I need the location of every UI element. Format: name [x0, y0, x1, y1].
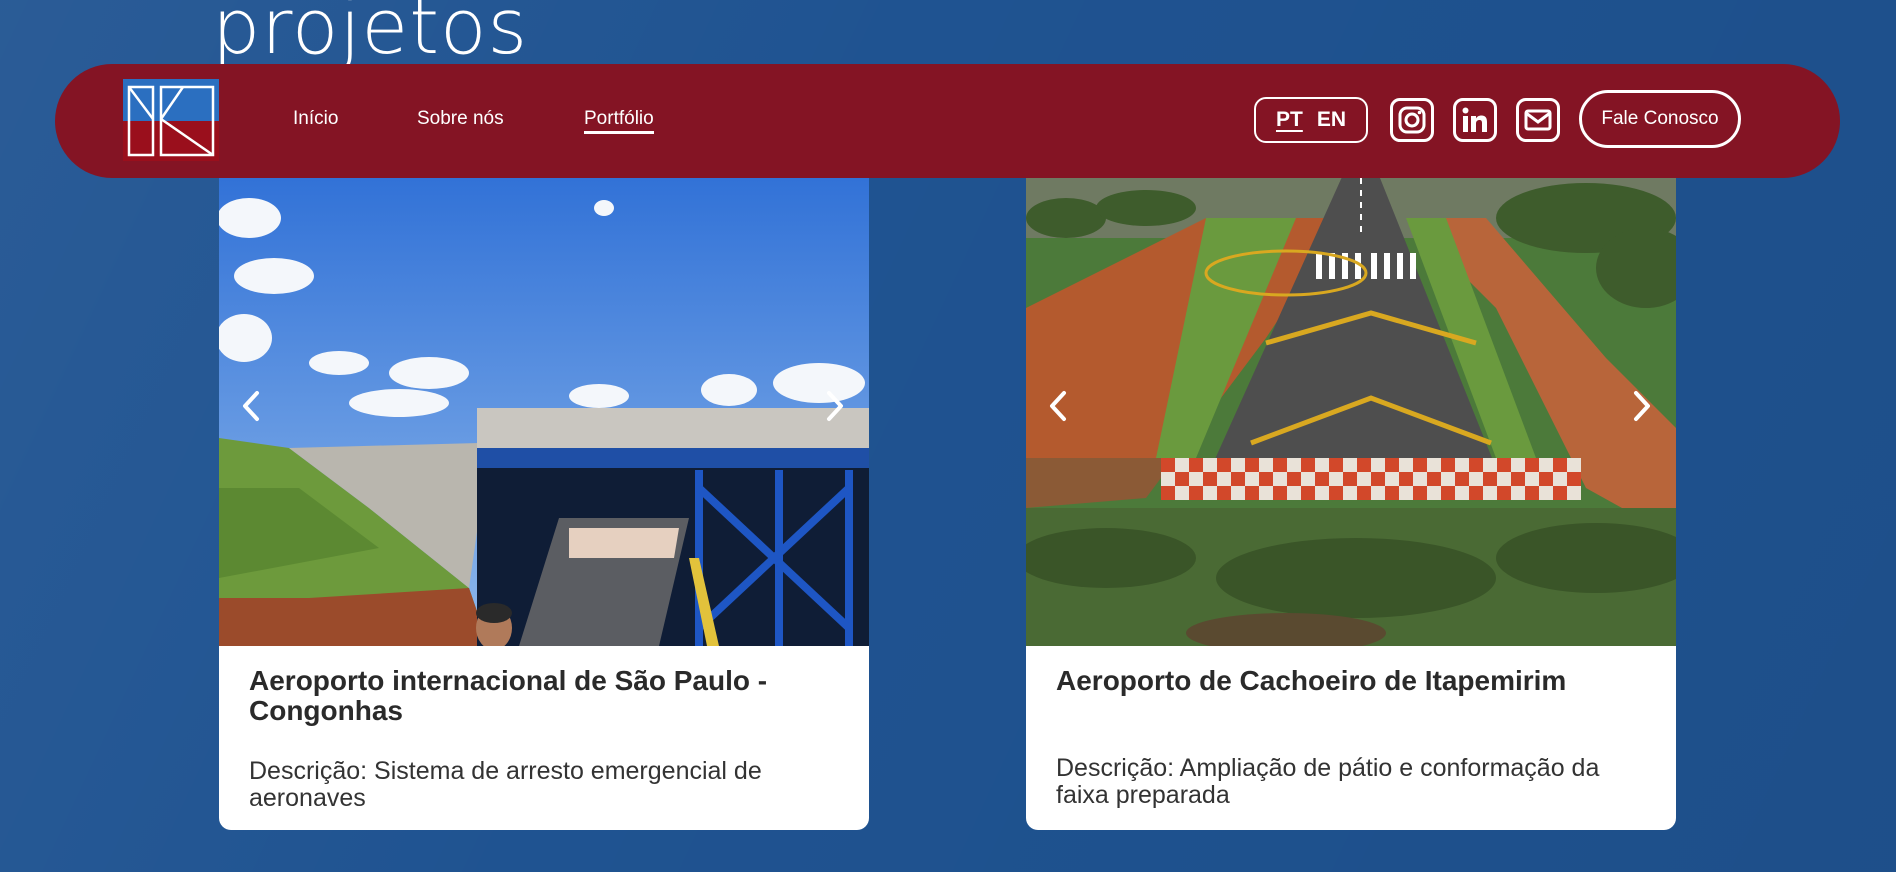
logo-mark: [127, 85, 215, 157]
project-description: Descrição: Sistema de arresto emergencia…: [249, 757, 762, 812]
linkedin-icon: [1462, 107, 1487, 132]
carousel-next-button[interactable]: [1626, 386, 1658, 426]
carousel-prev-button[interactable]: [1042, 386, 1074, 426]
project-description: Descrição: Ampliação de pátio e conforma…: [1056, 754, 1600, 809]
lang-pt-button[interactable]: PT: [1276, 108, 1303, 132]
navbar: Início Sobre nós Portfólio PT EN Fale Co…: [55, 64, 1840, 178]
project-image: [1026, 158, 1676, 646]
project-title: Aeroporto de Cachoeiro de Itapemirim: [1056, 665, 1567, 696]
contact-button[interactable]: Fale Conosco: [1579, 90, 1741, 148]
project-title: Aeroporto internacional de São Paulo - C…: [249, 665, 768, 726]
nav-link-sobre-nos[interactable]: Sobre nós: [417, 108, 504, 130]
nav-link-inicio[interactable]: Início: [293, 108, 338, 130]
project-card[interactable]: Aeroporto internacional de São Paulo - C…: [219, 158, 869, 830]
instagram-icon: [1398, 106, 1426, 134]
chevron-left-icon: [1050, 391, 1066, 421]
language-switcher: PT EN: [1254, 97, 1368, 143]
nav-link-portfolio[interactable]: Portfólio: [584, 108, 654, 134]
carousel-next-button[interactable]: [819, 386, 851, 426]
project-card[interactable]: Aeroporto de Cachoeiro de Itapemirim Des…: [1026, 158, 1676, 830]
mail-icon: [1524, 109, 1552, 131]
chevron-right-icon: [827, 391, 843, 421]
logo[interactable]: [123, 79, 219, 161]
chevron-left-icon: [243, 391, 259, 421]
carousel-prev-button[interactable]: [235, 386, 267, 426]
email-button[interactable]: [1516, 98, 1560, 142]
chevron-right-icon: [1634, 391, 1650, 421]
project-image: [219, 158, 869, 646]
lang-en-button[interactable]: EN: [1317, 108, 1346, 132]
page-heading: projetos: [212, 0, 529, 71]
linkedin-button[interactable]: [1453, 98, 1497, 142]
instagram-button[interactable]: [1390, 98, 1434, 142]
